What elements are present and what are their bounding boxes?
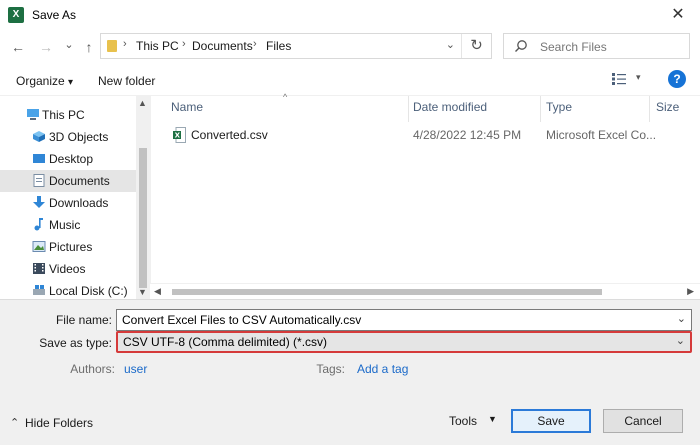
computer-icon [27, 109, 39, 120]
tools-button[interactable]: Tools [449, 414, 477, 428]
column-header-name[interactable]: Name [171, 100, 203, 114]
sidebar-item-3d-objects[interactable]: 3D Objects [0, 126, 136, 148]
column-divider[interactable] [408, 96, 409, 122]
chevron-up-icon: ⌃ [10, 417, 20, 429]
help-icon[interactable]: ? [668, 70, 686, 88]
document-icon [33, 174, 45, 187]
breadcrumb-this-pc[interactable]: This PC [136, 39, 179, 53]
column-header-size[interactable]: Size [656, 100, 679, 114]
sidebar-item-pictures[interactable]: Pictures [0, 236, 136, 258]
breadcrumb-separator: › [253, 38, 257, 50]
view-dropdown-icon[interactable]: ▾ [636, 72, 641, 83]
window-title: Save As [32, 8, 77, 22]
file-name-input[interactable]: Convert Excel Files to CSV Automatically… [116, 309, 692, 331]
title-bar: X Save As ✕ [0, 0, 700, 30]
video-icon [33, 263, 45, 274]
close-button[interactable]: ✕ [666, 4, 690, 26]
file-name-value: Convert Excel Files to CSV Automatically… [122, 313, 362, 327]
organize-button[interactable]: Organize ▾ [16, 74, 73, 88]
organize-label: Organize [16, 74, 65, 88]
horizontal-scrollbar[interactable]: ◀ ▶ [150, 283, 700, 299]
save-as-type-label: Save as type: [39, 336, 112, 350]
sidebar-item-downloads[interactable]: Downloads [0, 192, 136, 214]
scroll-right-icon[interactable]: ▶ [687, 286, 694, 297]
scroll-left-icon[interactable]: ◀ [154, 286, 161, 297]
search-box[interactable]: Search Files [503, 33, 690, 59]
file-date-modified: 4/28/2022 12:45 PM [413, 128, 522, 142]
tags-label: Tags: [316, 362, 345, 376]
file-name-label: File name: [55, 313, 112, 327]
sidebar-item-label: Desktop [49, 152, 94, 166]
file-row[interactable]: X Converted.csv 4/28/2022 12:45 PM Micro… [151, 124, 691, 146]
back-button[interactable]: ← [9, 38, 27, 56]
search-icon [515, 40, 527, 52]
authors-label: Authors: [70, 362, 115, 376]
tools-dropdown-icon[interactable]: ▼ [488, 414, 497, 424]
sidebar-item-videos[interactable]: Videos [0, 258, 136, 280]
scroll-up-icon[interactable]: ▲ [138, 98, 147, 108]
music-icon [34, 218, 43, 231]
sidebar-item-label: Documents [49, 174, 110, 188]
file-name: Converted.csv [191, 128, 268, 142]
file-type: Microsoft Excel Co... [546, 128, 657, 142]
recent-locations-button[interactable]: ⌄ [60, 36, 78, 54]
cancel-button[interactable]: Cancel [603, 409, 683, 433]
sidebar-item-label: Music [49, 218, 81, 232]
excel-app-icon: X [8, 7, 24, 23]
download-icon [33, 196, 45, 208]
folder-icon [107, 40, 117, 52]
authors-value[interactable]: user [124, 362, 147, 376]
add-tag-link[interactable]: Add a tag [357, 362, 408, 376]
sort-ascending-icon: ^ [283, 92, 288, 102]
navigation-pane: This PC 3D Objects Desktop Documents Dow… [0, 96, 150, 299]
sidebar-item-this-pc[interactable]: This PC [0, 104, 136, 126]
forward-button[interactable]: → [37, 38, 55, 56]
search-placeholder: Search Files [540, 40, 607, 54]
excel-csv-file-icon: X [173, 127, 186, 143]
column-divider[interactable] [649, 96, 650, 122]
address-bar[interactable]: › This PC › Documents › Files ⌄ ↻ [100, 33, 492, 59]
column-header-type[interactable]: Type [546, 100, 572, 114]
column-header-date-modified[interactable]: Date modified [413, 100, 487, 114]
column-divider[interactable] [540, 96, 541, 122]
chevron-down-icon[interactable]: ⌄ [676, 334, 685, 347]
refresh-button[interactable]: ↻ [461, 34, 491, 58]
scrollbar-thumb[interactable] [172, 289, 602, 295]
sidebar-item-desktop[interactable]: Desktop [0, 148, 136, 170]
breadcrumb-files[interactable]: Files [266, 39, 291, 53]
sidebar-item-label: This PC [42, 108, 85, 122]
svg-text:X: X [175, 132, 181, 140]
sidebar-item-label: Pictures [49, 240, 93, 254]
file-list: ^ Name Date modified Type Size X Convert… [150, 92, 700, 299]
organize-dropdown-icon: ▾ [68, 77, 74, 88]
address-dropdown-icon[interactable]: ⌄ [446, 38, 455, 51]
scrollbar-thumb[interactable] [139, 148, 147, 288]
sidebar-item-label: Videos [49, 262, 86, 276]
breadcrumb-documents[interactable]: Documents [192, 39, 253, 53]
up-button[interactable]: ↑ [80, 38, 98, 56]
sidebar-item-label: Local Disk (C:) [49, 284, 128, 298]
sidebar-scrollbar[interactable]: ▲ ▼ [136, 96, 150, 299]
sidebar-item-music[interactable]: Music [0, 214, 136, 236]
new-folder-button[interactable]: New folder [98, 74, 155, 88]
sidebar-item-documents[interactable]: Documents [0, 170, 136, 192]
save-button[interactable]: Save [511, 409, 591, 433]
picture-icon [32, 241, 46, 252]
hide-folders-label: Hide Folders [25, 416, 94, 430]
save-as-type-value: CSV UTF-8 (Comma delimited) (*.csv) [123, 335, 328, 349]
cube-icon [33, 131, 45, 142]
desktop-icon [33, 154, 45, 163]
chevron-down-icon[interactable]: ⌄ [677, 312, 686, 325]
sidebar-item-label: Downloads [49, 196, 109, 210]
sidebar-item-label: 3D Objects [49, 130, 109, 144]
save-as-type-select[interactable]: CSV UTF-8 (Comma delimited) (*.csv) ⌄ [116, 331, 692, 353]
view-options-icon[interactable] [612, 73, 626, 85]
disk-icon [33, 285, 45, 295]
scroll-down-icon[interactable]: ▼ [138, 287, 147, 297]
breadcrumb-separator: › [123, 38, 127, 50]
breadcrumb-separator: › [182, 38, 186, 50]
